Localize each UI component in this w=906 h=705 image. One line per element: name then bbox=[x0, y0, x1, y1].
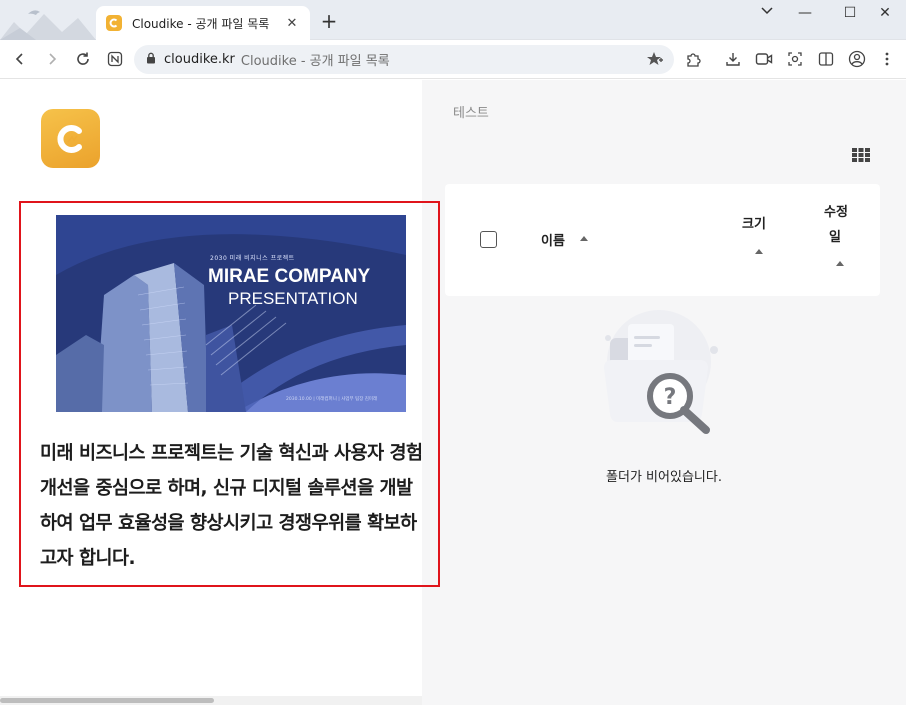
download-icon[interactable] bbox=[722, 48, 744, 70]
tab-close-icon[interactable]: ✕ bbox=[284, 16, 300, 31]
slide-title-line2: PRESENTATION bbox=[228, 289, 358, 308]
minimize-button[interactable]: — bbox=[788, 2, 822, 26]
video-call-icon[interactable] bbox=[753, 48, 775, 70]
theme-decoration bbox=[0, 0, 96, 40]
column-modified[interactable]: 수정 bbox=[824, 201, 848, 220]
tab-cloudike[interactable]: Cloudike - 공개 파일 목록 ✕ bbox=[96, 6, 310, 40]
file-table-header: 이름 크기 수정 일 bbox=[445, 184, 880, 296]
browser-toolbar: cloudike.kr Cloudike - 공개 파일 목록 bbox=[0, 40, 906, 79]
new-tab-button[interactable]: + bbox=[318, 10, 340, 32]
sort-name-icon[interactable] bbox=[580, 236, 588, 241]
breadcrumb[interactable]: 테스트 bbox=[453, 102, 489, 121]
svg-text:?: ? bbox=[664, 385, 677, 410]
close-window-button[interactable]: ✕ bbox=[868, 2, 902, 26]
profile-icon[interactable] bbox=[846, 48, 868, 70]
menu-icon[interactable] bbox=[876, 48, 898, 70]
lock-icon bbox=[146, 52, 156, 68]
sort-size-icon[interactable] bbox=[755, 249, 763, 254]
presentation-thumbnail[interactable]: 2030 미래 비지니스 프로젝트 MIRAE COMPANY PRESENTA… bbox=[56, 215, 406, 412]
column-size[interactable]: 크기 bbox=[742, 213, 766, 232]
empty-folder-icon: ? bbox=[596, 310, 726, 435]
slide-footer: 2030.10.00 | 미래컴퍼니 | 사업부 팀장 김미래 bbox=[286, 397, 378, 402]
cloudike-favicon-icon bbox=[106, 15, 122, 31]
slide-title: MIRAE COMPANY bbox=[208, 266, 371, 287]
empty-folder-message: 폴더가 비어있습니다. bbox=[606, 470, 722, 485]
tab-search-icon[interactable] bbox=[750, 2, 784, 26]
extensions-icon[interactable] bbox=[682, 48, 704, 70]
cloudike-logo-icon[interactable] bbox=[41, 109, 100, 168]
browser-tab-strip: Cloudike - 공개 파일 목록 ✕ + — ☐ ✕ bbox=[0, 0, 906, 40]
forward-icon[interactable] bbox=[41, 48, 63, 70]
grid-view-icon[interactable] bbox=[852, 147, 870, 162]
reload-icon[interactable] bbox=[72, 48, 94, 70]
column-name[interactable]: 이름 bbox=[541, 230, 565, 249]
scrollbar-thumb[interactable] bbox=[0, 698, 214, 703]
address-bar[interactable]: cloudike.kr Cloudike - 공개 파일 목록 bbox=[134, 45, 674, 74]
url-domain: cloudike.kr bbox=[164, 52, 235, 67]
back-icon[interactable] bbox=[9, 48, 31, 70]
horizontal-scrollbar[interactable] bbox=[0, 696, 422, 705]
screenshot-icon[interactable] bbox=[784, 48, 806, 70]
file-description: 미래 비즈니스 프로젝트는 기술 혁신과 사용자 경험 개선을 중심으로 하며,… bbox=[40, 443, 423, 569]
sort-modified-icon[interactable] bbox=[836, 261, 844, 266]
select-all-checkbox[interactable] bbox=[480, 231, 497, 248]
url-page-title: Cloudike - 공개 파일 목록 bbox=[240, 54, 390, 69]
naver-extension-icon[interactable] bbox=[104, 48, 126, 70]
column-modified-cont[interactable]: 일 bbox=[829, 226, 841, 245]
sidebar-icon[interactable] bbox=[815, 48, 837, 70]
tab-title: Cloudike - 공개 파일 목록 bbox=[132, 16, 270, 31]
slide-subtitle: 2030 미래 비지니스 프로젝트 bbox=[210, 255, 295, 262]
maximize-button[interactable]: ☐ bbox=[833, 2, 867, 26]
bookmark-star-icon[interactable] bbox=[646, 51, 664, 71]
